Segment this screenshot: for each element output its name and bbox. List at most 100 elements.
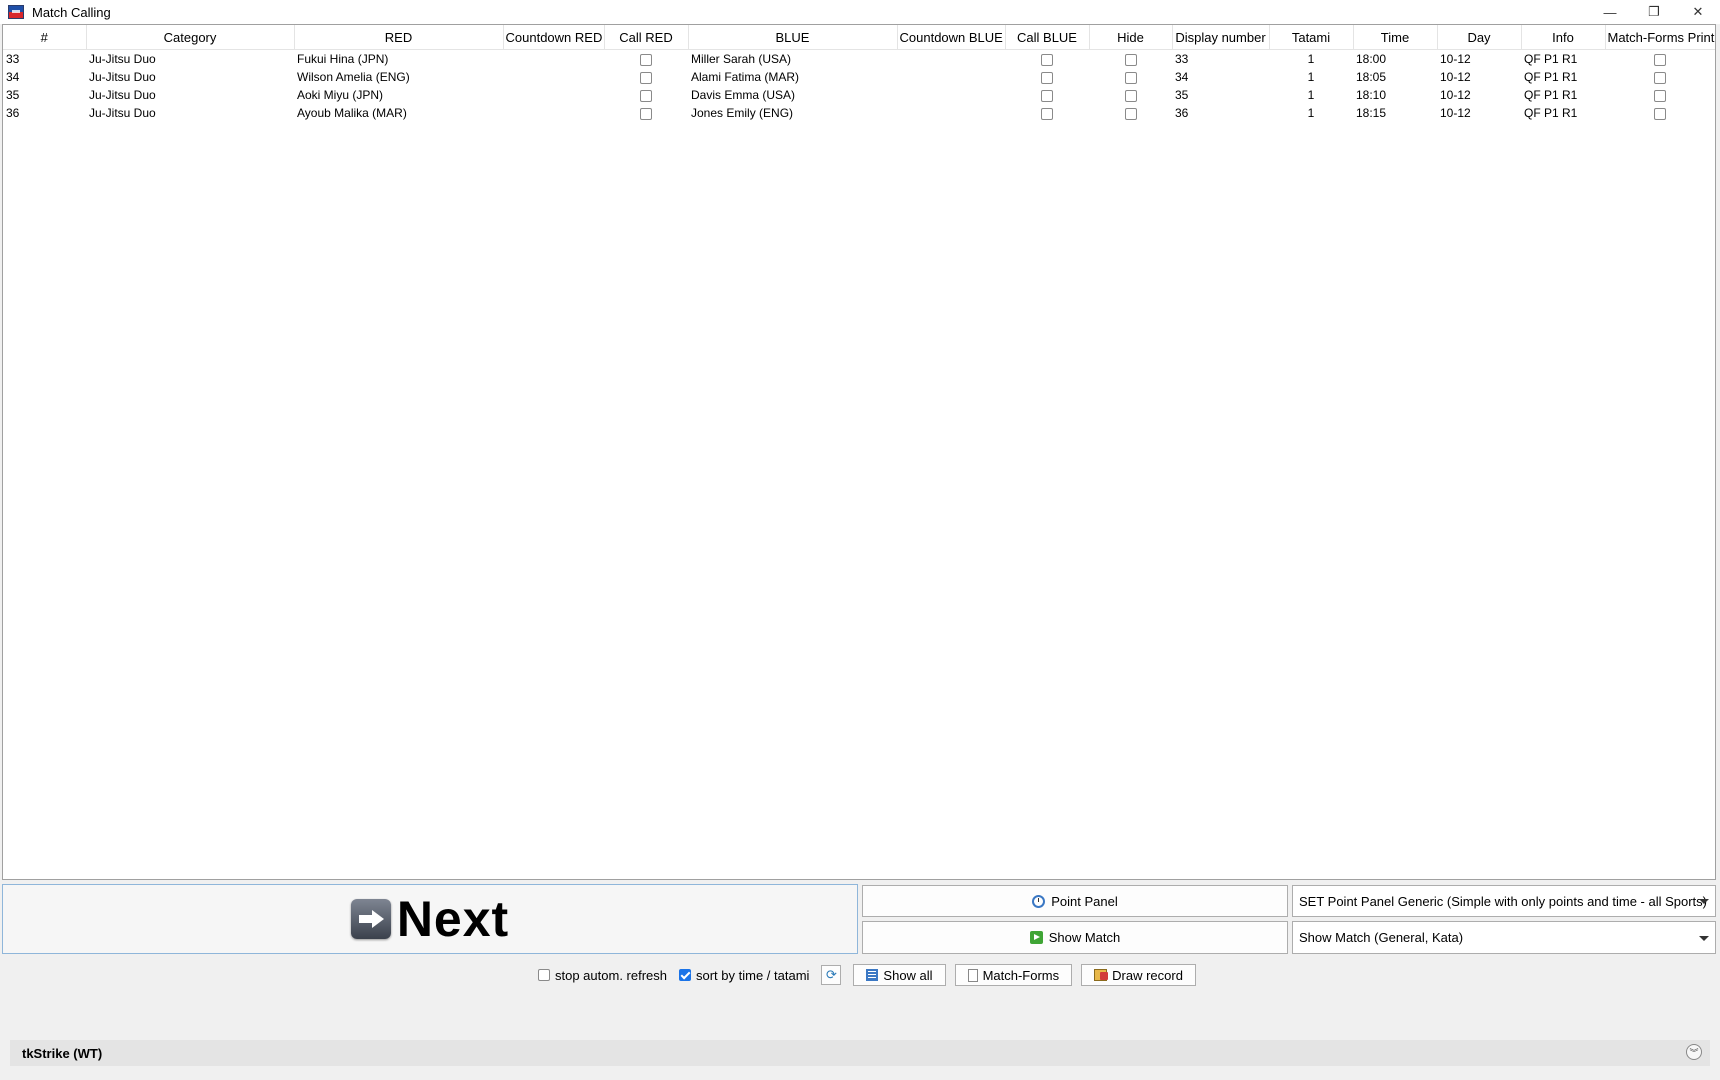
table-cell: Ju-Jitsu Duo <box>89 70 156 84</box>
call-red-checkbox[interactable] <box>640 89 652 102</box>
call-red-checkbox[interactable] <box>640 53 652 66</box>
arrow-right-icon <box>350 899 391 939</box>
table-cell: 36 <box>6 106 20 120</box>
call-blue-checkbox[interactable] <box>1041 53 1053 66</box>
table-row[interactable]: 33 Ju-Jitsu Duo Fukui Hina (JPN) Miller Sar… <box>3 50 1715 69</box>
table-cell: Ju-Jitsu Duo <box>89 88 156 102</box>
column-header[interactable]: Call BLUE <box>1005 25 1090 50</box>
column-header[interactable]: Countdown RED <box>503 25 605 50</box>
table-cell: 10-12 <box>1440 70 1471 84</box>
draw-record-icon <box>1094 969 1109 981</box>
table-cell: 35 <box>1175 88 1189 102</box>
sort-label: sort by time / tatami <box>696 967 810 983</box>
table-cell <box>503 50 604 69</box>
table-cell <box>1089 104 1172 122</box>
close-button[interactable]: ✕ <box>1676 0 1720 24</box>
table-cell: Davis Emma (USA) <box>691 88 796 102</box>
tkstrike-label: tkStrike (WT) <box>22 1045 103 1061</box>
point-panel-select[interactable]: SET Point Panel Generic (Simple with onl… <box>1292 885 1716 917</box>
match-forms-print-checkbox[interactable] <box>1654 107 1666 120</box>
restore-button[interactable]: ❐ <box>1632 0 1676 24</box>
table-cell: Jones Emily (ENG) <box>691 106 794 120</box>
call-blue-checkbox[interactable] <box>1041 107 1053 120</box>
show-all-button[interactable]: Show all <box>853 964 946 986</box>
show-match-button[interactable]: Show Match <box>862 921 1288 954</box>
table-cell: 18:00 <box>1356 52 1387 66</box>
hide-checkbox[interactable] <box>1124 107 1137 120</box>
sort-option[interactable]: sort by time / tatami <box>679 968 809 983</box>
table-row[interactable]: 36 Ju-Jitsu Duo Ayoub Malika (MAR) Jones Em… <box>3 104 1715 122</box>
hide-checkbox[interactable] <box>1124 71 1137 84</box>
match-forms-print-checkbox[interactable] <box>1654 71 1666 84</box>
show-match-select-value: Show Match (General, Kata) <box>1299 930 1464 945</box>
table-cell: 33 <box>6 52 20 66</box>
call-blue-checkbox[interactable] <box>1041 71 1053 84</box>
table-cell: 10-12 <box>1440 52 1471 66</box>
table-cell <box>1089 86 1172 104</box>
column-header[interactable]: Display number <box>1172 25 1270 50</box>
column-header[interactable]: RED <box>294 25 504 50</box>
refresh-button[interactable]: ⟳ <box>821 965 842 985</box>
match-table-frame: # Category RED Countdown RED Call RED BLUE Cou… <box>2 24 1716 880</box>
call-red-checkbox[interactable] <box>640 71 652 84</box>
table-cell <box>604 50 688 69</box>
table-cell: Wilson Amelia (ENG) <box>297 70 410 84</box>
column-header[interactable]: Countdown BLUE <box>897 25 1006 50</box>
table-cell: Aoki Miyu (JPN) <box>297 88 384 102</box>
point-panel-button[interactable]: Point Panel <box>862 885 1288 917</box>
table-cell <box>1605 86 1715 104</box>
next-label: Next <box>396 891 510 947</box>
match-table: # Category RED Countdown RED Call RED BLUE Cou… <box>3 25 1715 123</box>
stop-refresh-label: stop autom. refresh <box>555 967 667 983</box>
title-bar: Match Calling — ❐ ✕ <box>0 0 1720 24</box>
table-cell <box>1005 50 1089 69</box>
table-cell: 10-12 <box>1440 88 1471 102</box>
table-cell: QF P1 R1 <box>1524 106 1578 120</box>
hide-checkbox[interactable] <box>1124 89 1137 102</box>
point-panel-label: Point Panel <box>1051 893 1118 909</box>
table-cell: 36 <box>1175 106 1189 120</box>
column-header[interactable]: Tatami <box>1269 25 1354 50</box>
hide-checkbox[interactable] <box>1124 53 1137 66</box>
chevron-double-down-icon[interactable]: ︾ <box>1686 1044 1702 1060</box>
clock-icon <box>1032 894 1046 908</box>
match-forms-button[interactable]: Match-Forms <box>954 964 1073 986</box>
table-cell: 10-12 <box>1440 106 1471 120</box>
column-header[interactable]: BLUE <box>688 25 898 50</box>
stop-refresh-option[interactable]: stop autom. refresh <box>538 968 667 983</box>
tkstrike-panel-header[interactable]: tkStrike (WT) ︾ <box>10 1040 1710 1066</box>
sort-checkbox[interactable] <box>679 969 691 981</box>
table-cell: Ayoub Malika (MAR) <box>297 106 407 120</box>
stop-refresh-checkbox[interactable] <box>538 969 550 981</box>
window-title: Match Calling <box>32 4 111 20</box>
point-panel-select-value: SET Point Panel Generic (Simple with onl… <box>1299 893 1707 909</box>
next-button[interactable]: Next <box>2 884 858 954</box>
column-header[interactable]: Info <box>1521 25 1606 50</box>
table-cell <box>1089 50 1172 69</box>
match-forms-label: Match-Forms <box>982 967 1060 983</box>
match-forms-print-checkbox[interactable] <box>1654 89 1666 102</box>
table-row[interactable]: 35 Ju-Jitsu Duo Aoki Miyu (JPN) Davis Emma … <box>3 86 1715 104</box>
table-row[interactable]: 34 Ju-Jitsu Duo Wilson Amelia (ENG) Alami F… <box>3 68 1715 86</box>
column-header[interactable]: Match-Forms Print <box>1605 25 1715 50</box>
column-header[interactable]: Hide <box>1089 25 1173 50</box>
column-header[interactable]: # <box>3 25 87 50</box>
table-cell <box>1005 68 1089 86</box>
table-cell: 18:10 <box>1356 88 1387 102</box>
minimize-button[interactable]: — <box>1588 0 1632 24</box>
show-match-select[interactable]: Show Match (General, Kata) <box>1292 921 1716 954</box>
column-header[interactable]: Category <box>86 25 295 50</box>
match-forms-print-checkbox[interactable] <box>1654 53 1666 66</box>
table-cell <box>897 50 1005 69</box>
draw-record-button[interactable]: Draw record <box>1081 964 1196 986</box>
table-body: 33 Ju-Jitsu Duo Fukui Hina (JPN) Miller Sar… <box>3 50 1715 123</box>
table-cell: 1 <box>1307 52 1315 66</box>
column-header[interactable]: Day <box>1437 25 1522 50</box>
refresh-icon: ⟳ <box>825 967 837 982</box>
table-cell <box>604 86 688 104</box>
column-header[interactable]: Time <box>1353 25 1438 50</box>
column-header[interactable]: Call RED <box>604 25 689 50</box>
table-cell <box>503 68 604 86</box>
call-red-checkbox[interactable] <box>640 107 652 120</box>
call-blue-checkbox[interactable] <box>1041 89 1053 102</box>
